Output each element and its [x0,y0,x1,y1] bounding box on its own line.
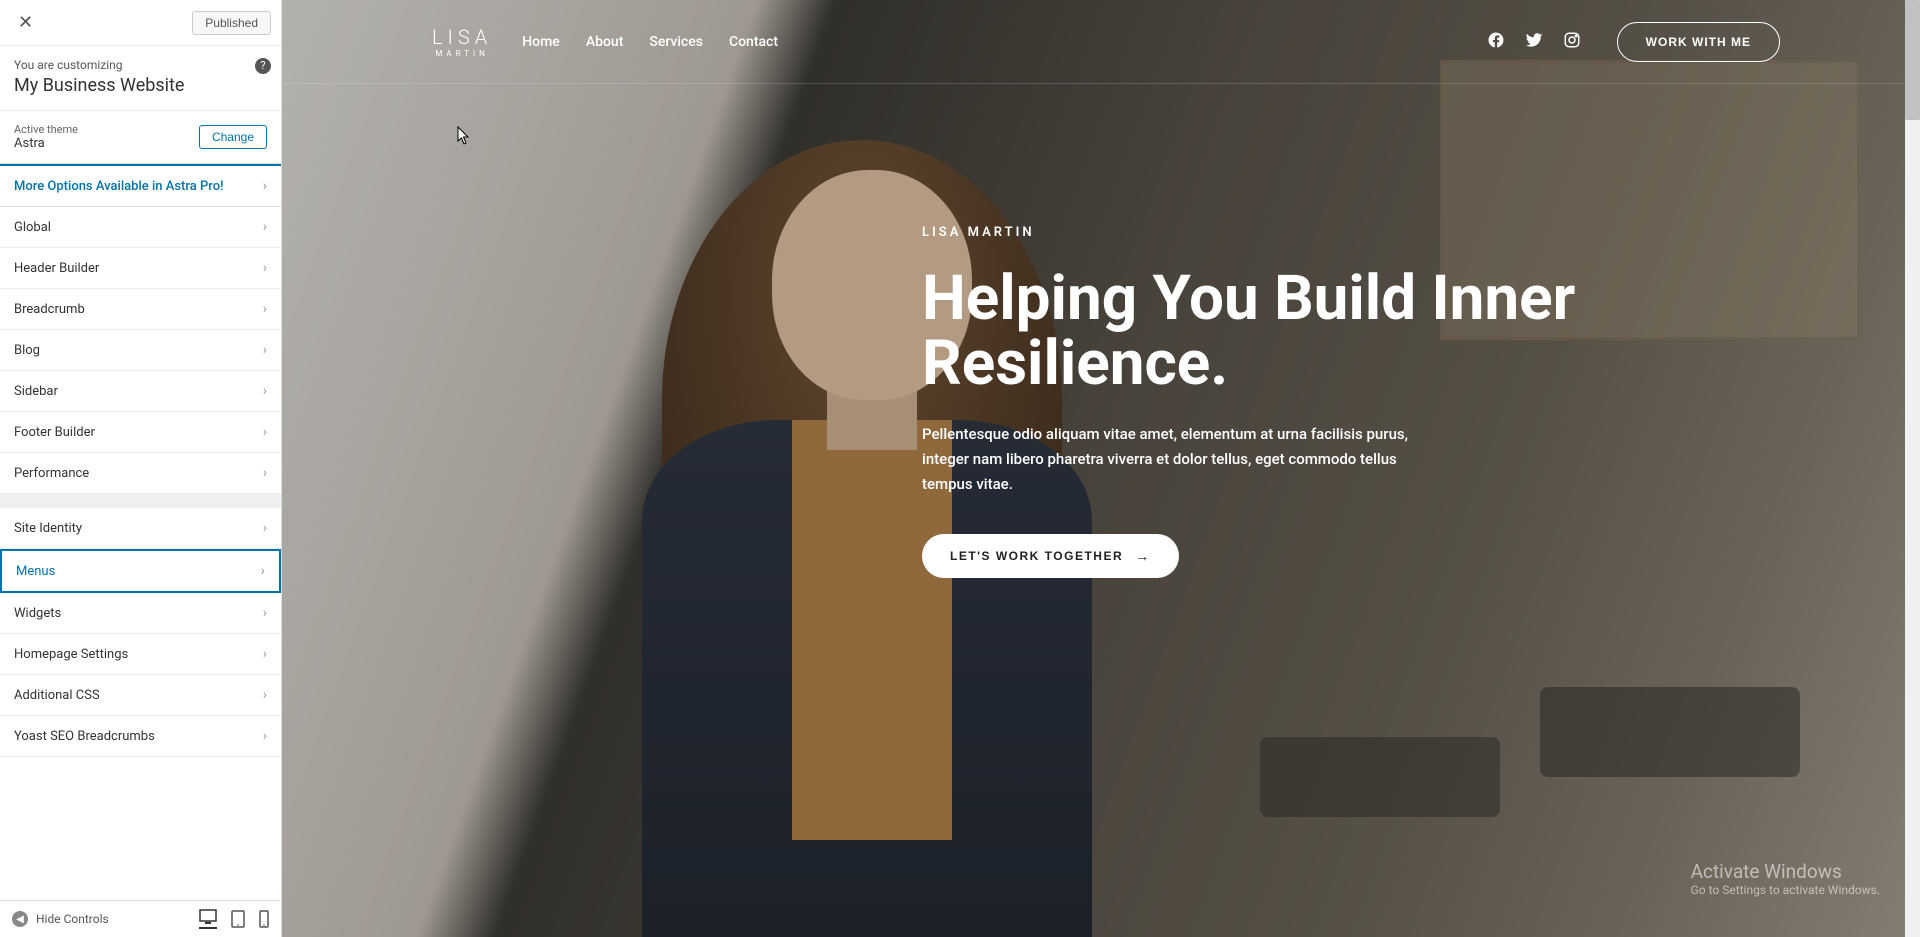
site-name: My Business Website [14,75,267,96]
panel-additional-css[interactable]: Additional CSS › [0,675,281,716]
panel-sidebar[interactable]: Sidebar › [0,371,281,412]
panel-global[interactable]: Global › [0,207,281,248]
hero-cta-button[interactable]: LET'S WORK TOGETHER → [922,534,1179,578]
panel-label: Sidebar [14,384,58,399]
panel-label: Breadcrumb [14,302,85,317]
twitter-icon[interactable] [1525,31,1543,53]
panel-label: Global [14,220,51,235]
tablet-preview-icon[interactable] [231,909,245,929]
active-theme-name: Astra [14,136,78,151]
customizing-label: You are customizing [14,58,267,72]
panel-label: Site Identity [14,521,82,536]
panel-label: Footer Builder [14,425,95,440]
panel-footer-builder[interactable]: Footer Builder › [0,412,281,453]
active-theme-block: Active theme Astra Change [0,111,281,164]
panel-label: Performance [14,466,89,481]
chevron-right-icon: › [263,342,267,358]
preview-scrollbar[interactable] [1905,0,1920,937]
collapse-icon: ◀ [12,911,28,927]
instagram-icon[interactable] [1563,31,1581,53]
panel-astra-pro-promo[interactable]: More Options Available in Astra Pro! › [0,164,281,207]
panel-menus[interactable]: Menus › [0,549,281,593]
chevron-right-icon: › [263,219,267,235]
hide-controls-label: Hide Controls [36,912,109,926]
chevron-right-icon: › [261,563,265,579]
logo-main-text: LISA [432,25,492,49]
chevron-right-icon: › [263,424,267,440]
mobile-preview-icon[interactable] [259,909,269,929]
panel-blog[interactable]: Blog › [0,330,281,371]
panel-label: Header Builder [14,261,99,276]
device-preview-toggles [199,909,269,929]
panel-performance[interactable]: Performance › [0,453,281,494]
publish-status-button[interactable]: Published [192,11,271,35]
arrow-right-icon: → [1135,548,1151,564]
panel-yoast-seo-breadcrumbs[interactable]: Yoast SEO Breadcrumbs › [0,716,281,757]
close-customizer-button[interactable]: ✕ [10,8,41,37]
desktop-preview-icon[interactable] [199,909,217,929]
help-icon[interactable]: ? [255,58,271,74]
hide-controls-button[interactable]: ◀ Hide Controls [12,911,109,927]
customizer-sidebar: ✕ Published You are customizing My Busin… [0,0,282,937]
nav-item-services[interactable]: Services [649,34,703,50]
site-preview: LISA MARTIN Home About Services Contact [282,0,1920,937]
sidebar-footer: ◀ Hide Controls [0,900,281,937]
social-icons [1487,31,1581,53]
change-theme-button[interactable]: Change [199,125,267,149]
hero-cta-label: LET'S WORK TOGETHER [950,549,1123,563]
panel-label: Additional CSS [14,688,100,703]
primary-nav: Home About Services Contact [522,34,778,50]
site-header: LISA MARTIN Home About Services Contact [282,0,1920,84]
chevron-right-icon: › [263,520,267,536]
work-with-me-button[interactable]: WORK WITH ME [1617,22,1780,62]
hero-description: Pellentesque odio aliquam vitae amet, el… [922,422,1442,496]
sidebar-top-bar: ✕ Published [0,0,281,46]
close-icon: ✕ [18,12,33,32]
nav-item-contact[interactable]: Contact [729,34,778,50]
logo-sub-text: MARTIN [435,49,489,58]
chevron-right-icon: › [263,646,267,662]
panel-label: More Options Available in Astra Pro! [14,179,224,194]
hero-content: LISA MARTIN Helping You Build Inner Resi… [922,225,1720,578]
panel-header-builder[interactable]: Header Builder › [0,248,281,289]
panel-label: Yoast SEO Breadcrumbs [14,729,155,744]
site-logo[interactable]: LISA MARTIN [432,25,492,58]
panel-widgets[interactable]: Widgets › [0,593,281,634]
chevron-right-icon: › [263,728,267,744]
hero-eyebrow: LISA MARTIN [922,225,1720,240]
chevron-right-icon: › [263,383,267,399]
chevron-right-icon: › [263,687,267,703]
chevron-right-icon: › [263,260,267,276]
panel-label: Homepage Settings [14,647,128,662]
active-theme-label: Active theme [14,123,78,136]
customizing-header: You are customizing My Business Website … [0,46,281,111]
chevron-right-icon: › [263,178,267,194]
panel-label: Menus [16,564,55,579]
chevron-right-icon: › [263,301,267,317]
panel-label: Widgets [14,606,61,621]
panel-spacer [0,494,281,508]
chevron-right-icon: › [263,465,267,481]
facebook-icon[interactable] [1487,31,1505,53]
panel-label: Blog [14,343,40,358]
nav-item-home[interactable]: Home [522,34,560,50]
chevron-right-icon: › [263,605,267,621]
panel-list: More Options Available in Astra Pro! › G… [0,164,281,900]
scrollbar-thumb[interactable] [1905,0,1920,120]
hero-headline: Helping You Build Inner Resilience. [922,266,1720,396]
panel-site-identity[interactable]: Site Identity › [0,508,281,549]
panel-breadcrumb[interactable]: Breadcrumb › [0,289,281,330]
nav-item-about[interactable]: About [586,34,624,50]
panel-homepage-settings[interactable]: Homepage Settings › [0,634,281,675]
